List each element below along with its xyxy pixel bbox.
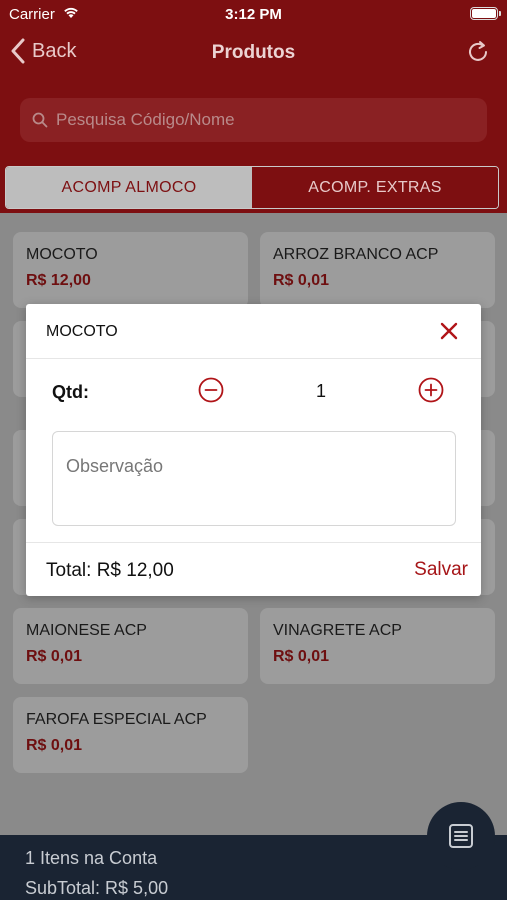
dialog-title: MOCOTO (46, 323, 118, 340)
dialog-header: MOCOTO (26, 304, 481, 359)
dialog-footer: Total: R$ 12,00 Salvar (26, 542, 481, 596)
navigation-bar: Back Produtos (0, 28, 507, 80)
tab-acomp-extras[interactable]: ACOMP. EXTRAS (252, 167, 498, 208)
product-name: MOCOTO (26, 246, 98, 263)
add-product-dialog: MOCOTO Qtd: 1 Total: R$ 12,00 Salvar (26, 304, 481, 596)
list-icon (449, 824, 473, 848)
product-price: R$ 12,00 (26, 272, 91, 289)
items-count: 1 Itens na Conta (25, 848, 158, 868)
observation-field[interactable] (52, 431, 456, 526)
total-label: Total: R$ 12,00 (46, 560, 174, 581)
quantity-stepper: Qtd: 1 (26, 360, 481, 422)
page-title: Produtos (211, 42, 296, 63)
tab-acomp-almoco[interactable]: ACOMP ALMOCO (6, 167, 252, 208)
product-card[interactable]: VINAGRETE ACP R$ 0,01 (260, 608, 495, 684)
product-price: R$ 0,01 (26, 648, 83, 665)
battery-icon (470, 7, 501, 20)
product-price: R$ 0,01 (273, 272, 330, 289)
search-icon (32, 112, 48, 128)
product-name: MAIONESE ACP (26, 622, 147, 639)
product-card[interactable]: MOCOTO R$ 12,00 (13, 232, 248, 308)
product-name: VINAGRETE ACP (273, 622, 402, 639)
product-price: R$ 0,01 (273, 648, 330, 665)
product-name: FAROFA ESPECIAL ACP (26, 711, 207, 728)
product-name: ARROZ BRANCO ACP (273, 246, 439, 263)
close-icon[interactable] (439, 321, 459, 341)
quantity-value: 1 (315, 381, 326, 401)
search-bar[interactable] (20, 98, 487, 142)
order-list-button[interactable] (427, 802, 495, 870)
quantity-label: Qtd: (52, 382, 89, 402)
status-bar: Carrier 3:12 PM (0, 0, 507, 28)
save-button[interactable]: Salvar (414, 559, 468, 581)
subtotal: SubTotal: R$ 5,00 (25, 878, 169, 898)
minus-circle-icon[interactable] (198, 377, 224, 403)
category-tabs: ACOMP ALMOCO ACOMP. EXTRAS (5, 166, 499, 209)
product-price: R$ 0,01 (26, 737, 83, 754)
refresh-icon[interactable] (465, 39, 491, 65)
clock: 3:12 PM (225, 6, 282, 23)
header: Carrier 3:12 PM Back Produtos ACOMP ALM (0, 0, 507, 213)
product-card[interactable]: ARROZ BRANCO ACP R$ 0,01 (260, 232, 495, 308)
search-input[interactable] (56, 110, 456, 130)
plus-circle-icon[interactable] (418, 377, 444, 403)
product-card[interactable]: MAIONESE ACP R$ 0,01 (13, 608, 248, 684)
product-card[interactable]: FAROFA ESPECIAL ACP R$ 0,01 (13, 697, 248, 773)
